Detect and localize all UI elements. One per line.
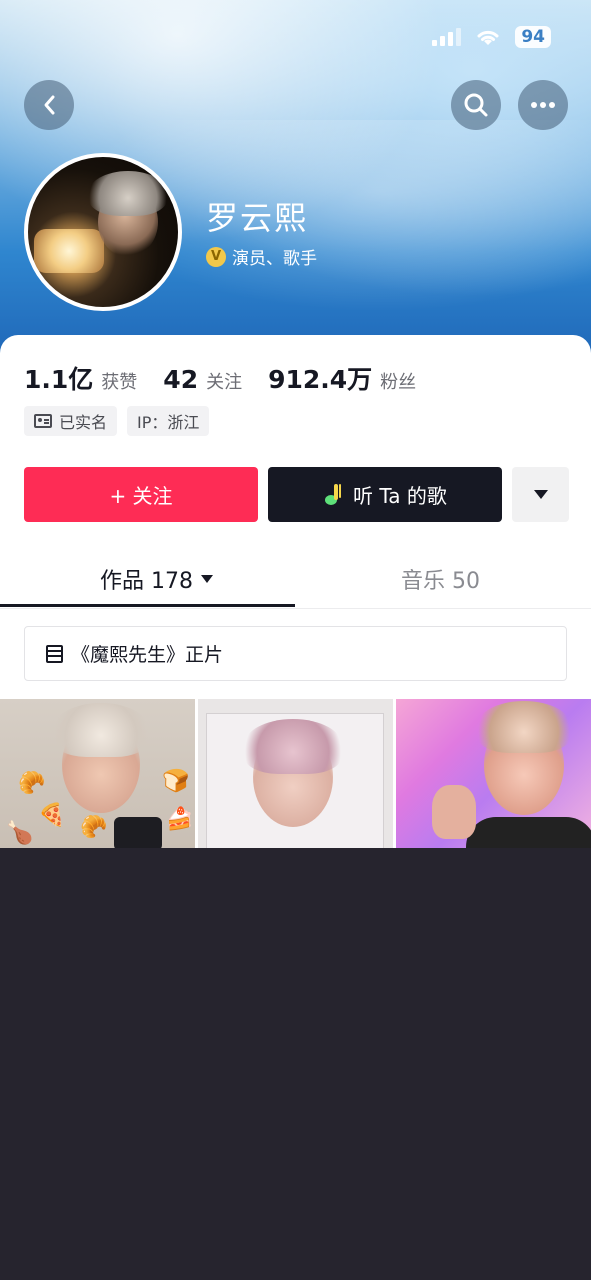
layers-icon <box>45 644 65 664</box>
collection-banner[interactable]: 《魔熙先生》正片 <box>24 626 567 681</box>
avatar[interactable] <box>24 153 182 311</box>
croissant-icon: 🥐 <box>18 771 46 796</box>
stats-row: 1.1亿 获赞 42 关注 912.4万 粉丝 <box>24 360 416 396</box>
dropdown-button[interactable] <box>512 467 569 522</box>
music-note-icon <box>323 483 345 507</box>
wifi-icon <box>477 30 499 45</box>
triangle-down-icon <box>201 575 213 583</box>
cake-icon: 🍰 <box>166 807 194 832</box>
bread-icon: 🍞 <box>162 769 190 794</box>
chevron-left-icon <box>44 95 55 115</box>
content-tabs: 作品 178 音乐 50 <box>0 555 591 609</box>
profile-name: 罗云熙 <box>206 199 309 237</box>
tab-indicator <box>0 604 295 607</box>
pizza-icon: 🍕 <box>38 803 66 828</box>
tag-ip-location: IP：浙江 <box>127 406 210 436</box>
bread-icon: 🥐 <box>80 815 108 840</box>
video-thumbnail[interactable] <box>396 699 591 848</box>
tab-music[interactable]: 音乐 50 <box>401 563 480 595</box>
signal-icon <box>432 28 462 46</box>
stat-likes[interactable]: 1.1亿 获赞 <box>24 360 137 396</box>
battery-indicator: 94 <box>515 26 551 48</box>
verification-text: 演员、歌手 <box>232 249 317 269</box>
profile-screen: 94 罗云熙 V 演员、歌手 1.1亿 获赞 42 关注 912.4万 粉丝 已… <box>0 0 591 848</box>
video-thumbnail[interactable] <box>198 699 393 848</box>
more-button[interactable] <box>518 80 568 130</box>
tab-works[interactable]: 作品 178 <box>100 563 213 595</box>
more-dots-icon <box>531 102 555 108</box>
video-grid: 🥐 🍕 🍗 🍞 🍰 🥐 <box>0 699 591 848</box>
phone-icon <box>114 817 162 848</box>
profile-card: 1.1亿 获赞 42 关注 912.4万 粉丝 已实名 IP：浙江 + 关注 听… <box>0 335 591 848</box>
follow-button[interactable]: + 关注 <box>24 467 258 522</box>
tag-real-name[interactable]: 已实名 <box>24 406 118 436</box>
id-card-icon <box>34 414 52 428</box>
action-buttons: + 关注 听 Ta 的歌 <box>24 467 569 522</box>
verification-line: V 演员、歌手 <box>206 244 317 269</box>
search-button[interactable] <box>451 80 501 130</box>
status-bar: 94 <box>432 26 551 48</box>
stat-following[interactable]: 42 关注 <box>163 365 242 394</box>
chicken-leg-icon: 🍗 <box>6 821 34 846</box>
verified-badge-icon: V <box>206 246 226 267</box>
stat-followers[interactable]: 912.4万 粉丝 <box>268 360 416 396</box>
back-button[interactable] <box>24 80 74 130</box>
search-icon <box>464 93 488 117</box>
video-thumbnail[interactable]: 🥐 🍕 🍗 🍞 🍰 🥐 <box>0 699 195 848</box>
triangle-down-icon <box>533 490 548 499</box>
listen-songs-button[interactable]: 听 Ta 的歌 <box>268 467 502 522</box>
tags-row: 已实名 IP：浙江 <box>24 406 210 436</box>
